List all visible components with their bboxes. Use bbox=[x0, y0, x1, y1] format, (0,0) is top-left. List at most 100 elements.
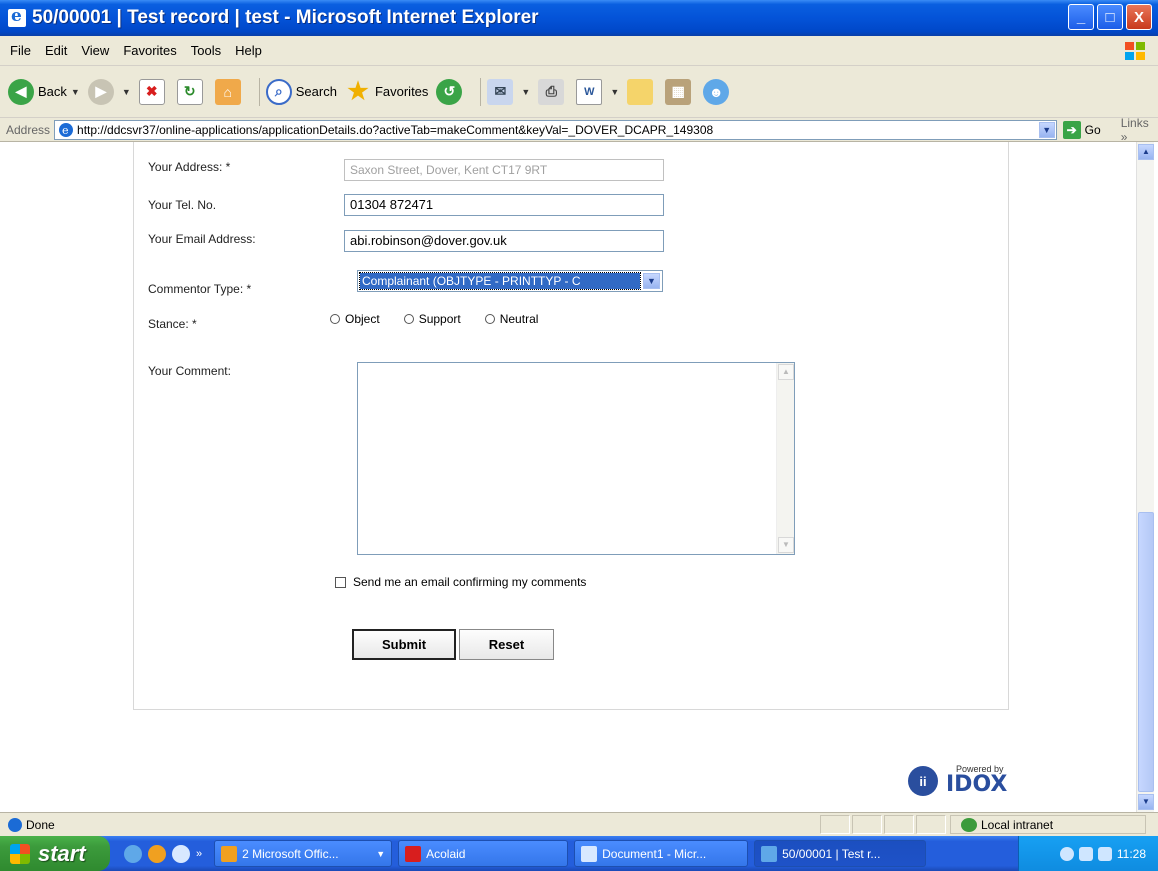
menu-file[interactable]: File bbox=[10, 43, 31, 58]
status-text: Done bbox=[26, 817, 55, 832]
folder-icon bbox=[627, 78, 654, 105]
confirm-email-checkbox[interactable]: Send me an email confirming my comments bbox=[335, 575, 586, 589]
comment-label: Your Comment: bbox=[148, 364, 231, 378]
start-label: start bbox=[38, 840, 86, 866]
outlook-quicklaunch-icon[interactable] bbox=[148, 844, 166, 863]
menu-favorites[interactable]: Favorites bbox=[123, 43, 176, 58]
favorites-button[interactable]: ★ Favorites bbox=[345, 78, 428, 105]
taskbar-item-office[interactable]: 2 Microsoft Offic... ▼ bbox=[214, 840, 393, 867]
taskbar: start » 2 Microsoft Offic... ▼ Acolaid D… bbox=[0, 836, 1158, 871]
links-button[interactable]: Links » bbox=[1121, 116, 1158, 144]
commentor-type-select[interactable]: Complainant (OBJTYPE - PRINTTYP - C ▼ bbox=[357, 270, 663, 292]
volume-icon[interactable] bbox=[1097, 846, 1112, 861]
edit-button[interactable]: W ▼ bbox=[576, 78, 619, 105]
quick-launch: » bbox=[124, 844, 202, 863]
history-button[interactable]: ↺ bbox=[436, 78, 466, 105]
address-url: http://ddcsvr37/online-applications/appl… bbox=[77, 122, 714, 137]
taskbar-item-acolaid[interactable]: Acolaid bbox=[398, 840, 569, 867]
ie-icon bbox=[8, 6, 26, 27]
scroll-thumb[interactable] bbox=[1138, 512, 1154, 792]
intranet-globe-icon bbox=[961, 817, 977, 832]
menu-bar: File Edit View Favorites Tools Help bbox=[0, 36, 1158, 66]
home-icon: ⌂ bbox=[214, 78, 241, 105]
status-cells bbox=[820, 815, 948, 834]
taskbar-item-document1[interactable]: Document1 - Micr... bbox=[574, 840, 749, 867]
task-document1-label: Document1 - Micr... bbox=[602, 846, 707, 861]
radio-circle-icon bbox=[330, 314, 340, 324]
scroll-up-icon[interactable]: ▲ bbox=[778, 364, 794, 380]
chevron-right-icon[interactable]: » bbox=[196, 848, 202, 860]
office-icon bbox=[221, 845, 238, 862]
chevron-down-icon[interactable]: ▼ bbox=[122, 87, 131, 97]
confirm-email-label: Send me an email confirming my comments bbox=[353, 575, 587, 589]
start-button[interactable]: start bbox=[0, 836, 110, 871]
scroll-down-icon[interactable]: ▼ bbox=[778, 537, 794, 553]
tel-field[interactable]: 01304 872471 bbox=[344, 194, 664, 216]
chevron-down-icon: ▼ bbox=[376, 848, 386, 859]
minimize-button[interactable]: _ bbox=[1068, 4, 1094, 30]
page-done-icon bbox=[8, 817, 22, 832]
scroll-up-icon[interactable]: ▲ bbox=[1138, 144, 1154, 160]
menu-tools[interactable]: Tools bbox=[191, 43, 221, 58]
stance-object-radio[interactable]: Object bbox=[330, 312, 380, 326]
menu-help[interactable]: Help bbox=[235, 43, 262, 58]
home-button[interactable]: ⌂ bbox=[214, 78, 245, 105]
address-input[interactable]: e http://ddcsvr37/online-applications/ap… bbox=[54, 119, 1057, 140]
search-button[interactable]: ⌕ Search bbox=[265, 78, 337, 105]
refresh-icon: ↻ bbox=[176, 78, 203, 105]
clock[interactable]: 11:28 bbox=[1117, 847, 1146, 861]
print-button[interactable]: ⎙ bbox=[538, 78, 568, 105]
discuss-button[interactable] bbox=[627, 78, 657, 105]
stance-radio-group: Object Support Neutral bbox=[330, 312, 562, 326]
menu-edit[interactable]: Edit bbox=[45, 43, 67, 58]
close-button[interactable]: X bbox=[1126, 4, 1152, 30]
ie-quicklaunch-icon[interactable] bbox=[124, 844, 142, 863]
toolbar: ◀ Back ▼ ▶ ▼ ✖ ↻ ⌂ ⌕ Search ★ Favorites … bbox=[0, 66, 1158, 118]
printer-icon: ⎙ bbox=[538, 78, 565, 105]
reset-button[interactable]: Reset bbox=[459, 629, 554, 660]
chevron-down-icon[interactable]: ▼ bbox=[643, 273, 660, 289]
idox-logo: ii Powered by IDOX bbox=[908, 764, 1007, 796]
chevron-down-icon[interactable]: ▼ bbox=[610, 87, 619, 97]
browser-quicklaunch-icon[interactable] bbox=[172, 844, 190, 863]
comment-textarea[interactable]: ▲ ▼ bbox=[357, 362, 795, 555]
word-doc-icon bbox=[581, 845, 598, 862]
submit-button[interactable]: Submit bbox=[352, 629, 456, 660]
network-icon[interactable] bbox=[1078, 846, 1093, 861]
refresh-button[interactable]: ↻ bbox=[176, 78, 207, 105]
page-icon: e bbox=[59, 122, 74, 137]
tray-arrow-icon[interactable] bbox=[1059, 846, 1074, 861]
security-zone: Local intranet bbox=[950, 815, 1146, 834]
title-bar: 50/00001 | Test record | test - Microsof… bbox=[0, 0, 1158, 36]
textarea-scrollbar[interactable]: ▲ ▼ bbox=[776, 363, 794, 554]
chevron-down-icon[interactable]: ▼ bbox=[1038, 121, 1055, 138]
history-icon: ↺ bbox=[436, 78, 463, 105]
stop-button[interactable]: ✖ bbox=[138, 78, 169, 105]
stance-support-radio[interactable]: Support bbox=[403, 312, 461, 326]
windows-flag-icon bbox=[10, 843, 30, 864]
back-button[interactable]: ◀ Back ▼ bbox=[8, 78, 80, 105]
research-button[interactable]: ▦ bbox=[665, 78, 695, 105]
toolbar-separator bbox=[480, 77, 482, 106]
windows-logo-icon bbox=[1125, 42, 1145, 60]
page-content: Your Address: * Saxon Street, Dover, Ken… bbox=[0, 142, 1158, 812]
chevron-down-icon[interactable]: ▼ bbox=[71, 87, 80, 97]
chevron-down-icon[interactable]: ▼ bbox=[521, 87, 530, 97]
mail-button[interactable]: ✉ ▼ bbox=[487, 78, 530, 105]
menu-view[interactable]: View bbox=[81, 43, 109, 58]
maximize-button[interactable]: □ bbox=[1097, 4, 1123, 30]
go-button[interactable]: ➔ Go bbox=[1062, 120, 1101, 139]
stop-icon: ✖ bbox=[138, 78, 165, 105]
stance-neutral-radio[interactable]: Neutral bbox=[484, 312, 538, 326]
messenger-button[interactable]: ☻ bbox=[703, 78, 733, 105]
forward-button[interactable]: ▶ ▼ bbox=[87, 78, 131, 105]
taskbar-item-ie-window[interactable]: 50/00001 | Test r... bbox=[754, 840, 927, 867]
address-field-label: Your Address: * bbox=[148, 160, 231, 174]
search-label: Search bbox=[295, 84, 337, 99]
window-controls: _ □ X bbox=[1068, 4, 1152, 30]
page-scrollbar[interactable]: ▲ ▼ bbox=[1136, 142, 1154, 812]
email-field[interactable]: abi.robinson@dover.gov.uk bbox=[344, 230, 664, 252]
scroll-down-icon[interactable]: ▼ bbox=[1138, 794, 1154, 810]
address-field: Saxon Street, Dover, Kent CT17 9RT bbox=[344, 159, 664, 181]
idox-brand-text: IDOX bbox=[946, 772, 1008, 797]
